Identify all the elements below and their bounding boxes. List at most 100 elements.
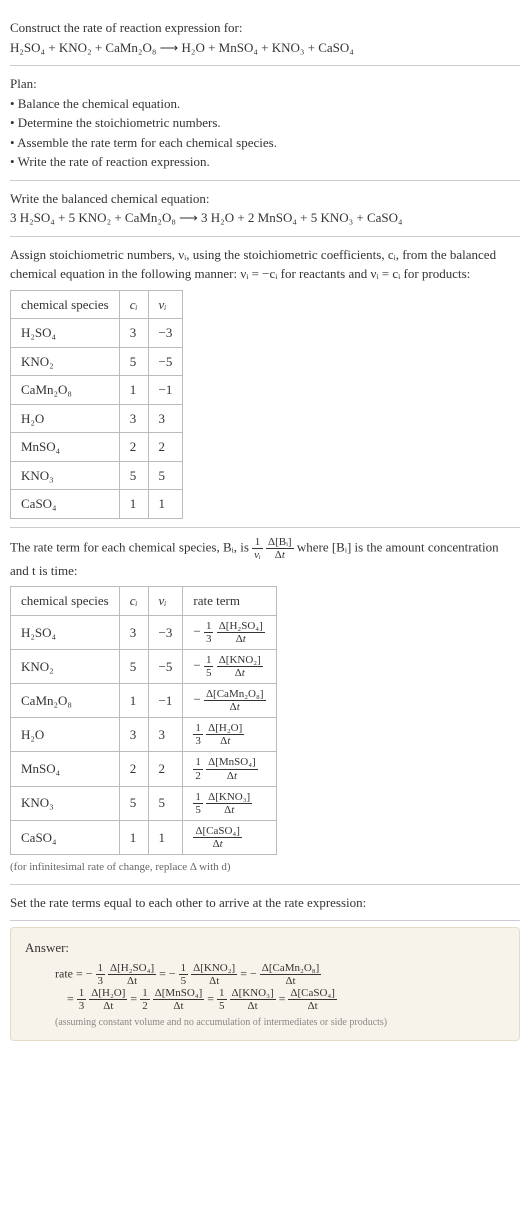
cell-vi: 5 <box>148 461 183 490</box>
cell-ci: 3 <box>119 615 148 649</box>
balanced-equation: 3 H₂SO₄ + 5 KNO₂ + CaMn₂O₈ ⟶ 3 H₂O + 2 M… <box>10 208 520 228</box>
rate-term-def-frac1: 1νᵢ <box>252 536 263 561</box>
cell-vi: −3 <box>148 615 183 649</box>
table-row: CaSO₄11Δ[CaSO₄]Δt <box>11 820 277 854</box>
table-row: CaMn₂O₈1−1 <box>11 376 183 405</box>
balanced-section: Write the balanced chemical equation: 3 … <box>10 181 520 237</box>
answer-note: (assuming constant volume and no accumul… <box>25 1015 505 1030</box>
set-equal-text: Set the rate terms equal to each other t… <box>10 893 520 913</box>
cell-species: H₂SO₄ <box>11 615 120 649</box>
cell-species: CaSO₄ <box>11 820 120 854</box>
table-row: H₂O33 <box>11 404 183 433</box>
cell-rate-term: 15 Δ[KNO₃]Δt <box>183 786 276 820</box>
balanced-heading: Write the balanced chemical equation: <box>10 189 520 209</box>
table-row: KNO₂5−5− 15 Δ[KNO₂]Δt <box>11 649 277 683</box>
cell-vi: 1 <box>148 490 183 519</box>
cell-species: CaMn₂O₈ <box>11 376 120 405</box>
col-species: chemical species <box>11 290 120 319</box>
table-row: CaSO₄11 <box>11 490 183 519</box>
cell-vi: −5 <box>148 347 183 376</box>
stoich-table: chemical species cᵢ νᵢ H₂SO₄3−3KNO₂5−5Ca… <box>10 290 183 519</box>
cell-species: H₂O <box>11 718 120 752</box>
cell-species: MnSO₄ <box>11 752 120 786</box>
cell-vi: −1 <box>148 684 183 718</box>
answer-label: Answer: <box>25 938 505 958</box>
set-equal-section: Set the rate terms equal to each other t… <box>10 885 520 922</box>
plan-section: Plan: • Balance the chemical equation. •… <box>10 66 520 181</box>
table-row: CaMn₂O₈1−1− Δ[CaMn₂O₈]Δt <box>11 684 277 718</box>
col-vi: νᵢ <box>148 587 183 616</box>
rate-term-table: chemical species cᵢ νᵢ rate term H₂SO₄3−… <box>10 586 277 855</box>
table-row: KNO₃5515 Δ[KNO₃]Δt <box>11 786 277 820</box>
rate-term-note: (for infinitesimal rate of change, repla… <box>10 859 520 876</box>
col-rate-term: rate term <box>183 587 276 616</box>
cell-ci: 3 <box>119 718 148 752</box>
cell-vi: 2 <box>148 433 183 462</box>
cell-vi: 1 <box>148 820 183 854</box>
cell-ci: 5 <box>119 786 148 820</box>
cell-rate-term: 12 Δ[MnSO₄]Δt <box>183 752 276 786</box>
cell-ci: 3 <box>119 319 148 348</box>
cell-species: KNO₂ <box>11 649 120 683</box>
intro-section: Construct the rate of reaction expressio… <box>10 10 520 66</box>
cell-vi: −3 <box>148 319 183 348</box>
col-ci: cᵢ <box>119 587 148 616</box>
cell-vi: 2 <box>148 752 183 786</box>
cell-ci: 1 <box>119 376 148 405</box>
table-row: MnSO₄2212 Δ[MnSO₄]Δt <box>11 752 277 786</box>
cell-species: KNO₂ <box>11 347 120 376</box>
table-row: MnSO₄22 <box>11 433 183 462</box>
cell-vi: 5 <box>148 786 183 820</box>
cell-species: KNO₃ <box>11 461 120 490</box>
cell-rate-term: Δ[CaSO₄]Δt <box>183 820 276 854</box>
answer-equation: rate = − 13 Δ[H₂SO₄]Δt = − 15 Δ[KNO₂]Δt … <box>25 962 505 1012</box>
answer-line1: rate = − 13 Δ[H₂SO₄]Δt = − 15 Δ[KNO₂]Δt … <box>55 962 505 987</box>
plan-item: • Balance the chemical equation. <box>10 94 520 114</box>
cell-vi: 3 <box>148 404 183 433</box>
rate-term-section: The rate term for each chemical species,… <box>10 528 520 885</box>
intro-title: Construct the rate of reaction expressio… <box>10 18 520 38</box>
cell-species: CaMn₂O₈ <box>11 684 120 718</box>
plan-item: • Write the rate of reaction expression. <box>10 152 520 172</box>
table-header-row: chemical species cᵢ νᵢ rate term <box>11 587 277 616</box>
cell-species: MnSO₄ <box>11 433 120 462</box>
cell-ci: 1 <box>119 490 148 519</box>
cell-rate-term: 13 Δ[H₂O]Δt <box>183 718 276 752</box>
cell-rate-term: − 15 Δ[KNO₂]Δt <box>183 649 276 683</box>
cell-ci: 3 <box>119 404 148 433</box>
cell-rate-term: − 13 Δ[H₂SO₄]Δt <box>183 615 276 649</box>
stoich-section: Assign stoichiometric numbers, νᵢ, using… <box>10 237 520 528</box>
answer-box: Answer: rate = − 13 Δ[H₂SO₄]Δt = − 15 Δ[… <box>10 927 520 1041</box>
table-header-row: chemical species cᵢ νᵢ <box>11 290 183 319</box>
cell-ci: 1 <box>119 684 148 718</box>
col-vi: νᵢ <box>148 290 183 319</box>
stoich-intro: Assign stoichiometric numbers, νᵢ, using… <box>10 245 520 284</box>
table-row: KNO₂5−5 <box>11 347 183 376</box>
cell-ci: 2 <box>119 433 148 462</box>
rate-term-intro: The rate term for each chemical species,… <box>10 536 520 581</box>
cell-ci: 5 <box>119 649 148 683</box>
cell-species: KNO₃ <box>11 786 120 820</box>
plan-heading: Plan: <box>10 74 520 94</box>
table-row: H₂O3313 Δ[H₂O]Δt <box>11 718 277 752</box>
answer-line2: = 13 Δ[H₂O]Δt = 12 Δ[MnSO₄]Δt = 15 Δ[KNO… <box>55 987 505 1012</box>
cell-ci: 2 <box>119 752 148 786</box>
cell-ci: 5 <box>119 347 148 376</box>
answer-section: Answer: rate = − 13 Δ[H₂SO₄]Δt = − 15 Δ[… <box>10 927 520 1041</box>
table-row: H₂SO₄3−3 <box>11 319 183 348</box>
rate-term-def-frac2: Δ[Bᵢ]Δt <box>266 536 294 561</box>
cell-rate-term: − Δ[CaMn₂O₈]Δt <box>183 684 276 718</box>
cell-species: H₂SO₄ <box>11 319 120 348</box>
col-ci: cᵢ <box>119 290 148 319</box>
col-species: chemical species <box>11 587 120 616</box>
table-row: KNO₃55 <box>11 461 183 490</box>
plan-item: • Assemble the rate term for each chemic… <box>10 133 520 153</box>
cell-vi: −5 <box>148 649 183 683</box>
plan-item: • Determine the stoichiometric numbers. <box>10 113 520 133</box>
cell-species: H₂O <box>11 404 120 433</box>
intro-equation: H₂SO₄ + KNO₂ + CaMn₂O₈ ⟶ H₂O + MnSO₄ + K… <box>10 38 520 58</box>
cell-vi: 3 <box>148 718 183 752</box>
table-row: H₂SO₄3−3− 13 Δ[H₂SO₄]Δt <box>11 615 277 649</box>
cell-species: CaSO₄ <box>11 490 120 519</box>
cell-vi: −1 <box>148 376 183 405</box>
